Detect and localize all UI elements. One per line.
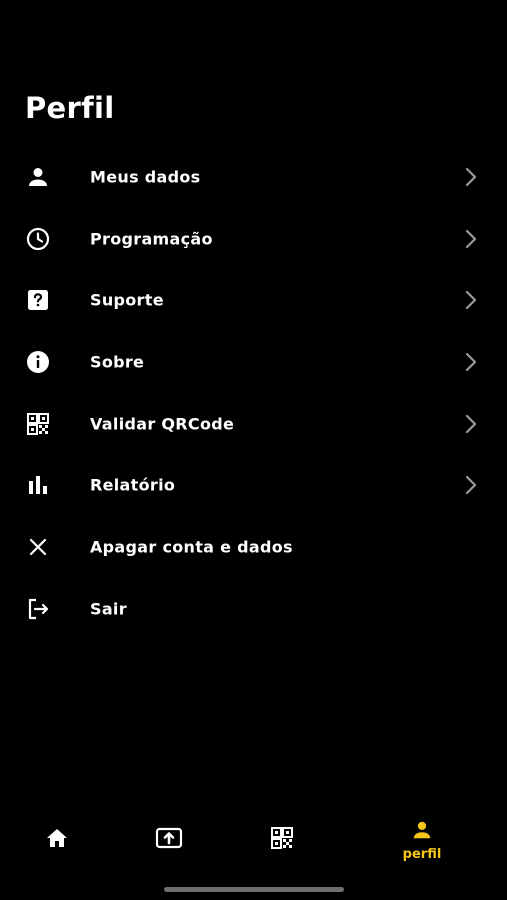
menu-item-label: Suporte	[90, 290, 164, 310]
menu-item-sair[interactable]: Sair	[0, 578, 507, 640]
page-title: Perfil	[25, 91, 115, 125]
logout-icon	[26, 597, 50, 621]
menu-item-label: Validar QRCode	[90, 414, 235, 434]
tab-home[interactable]	[12, 810, 102, 870]
tab-label: perfil	[402, 846, 442, 862]
chevron-right-icon	[462, 167, 480, 187]
bar-chart-icon	[26, 473, 50, 497]
close-icon	[26, 535, 50, 559]
person-icon	[411, 819, 433, 845]
menu-item-label: Programação	[90, 229, 213, 249]
home-icon	[45, 826, 69, 854]
home-indicator	[164, 887, 344, 892]
menu-item-label: Meus dados	[90, 167, 201, 187]
menu-item-label: Apagar conta e dados	[90, 537, 293, 557]
qrcode-icon	[270, 826, 294, 854]
clock-icon	[26, 227, 50, 251]
menu-item-programacao[interactable]: Programação	[0, 208, 507, 270]
profile-menu: Meus dados Programação Suporte Sobre Val…	[0, 146, 507, 640]
qrcode-icon	[26, 412, 50, 436]
bottom-tab-bar: perfil	[0, 810, 507, 870]
tab-perfil[interactable]: perfil	[377, 810, 467, 870]
menu-item-sobre[interactable]: Sobre	[0, 331, 507, 393]
chevron-right-icon	[462, 229, 480, 249]
tab-qrcode[interactable]	[237, 810, 327, 870]
chevron-right-icon	[462, 352, 480, 372]
menu-item-label: Sobre	[90, 352, 145, 372]
menu-item-apagar-conta[interactable]: Apagar conta e dados	[0, 516, 507, 578]
menu-item-relatorio[interactable]: Relatório	[0, 454, 507, 516]
menu-item-validar-qrcode[interactable]: Validar QRCode	[0, 393, 507, 455]
upload-icon	[155, 826, 183, 854]
chevron-right-icon	[462, 475, 480, 495]
menu-item-label: Sair	[90, 599, 127, 619]
chevron-right-icon	[462, 290, 480, 310]
info-icon	[26, 350, 50, 374]
menu-item-suporte[interactable]: Suporte	[0, 269, 507, 331]
tab-upload[interactable]	[124, 810, 214, 870]
menu-item-label: Relatório	[90, 475, 176, 495]
menu-item-meus-dados[interactable]: Meus dados	[0, 146, 507, 208]
help-icon	[26, 288, 50, 312]
person-icon	[26, 165, 50, 189]
chevron-right-icon	[462, 414, 480, 434]
